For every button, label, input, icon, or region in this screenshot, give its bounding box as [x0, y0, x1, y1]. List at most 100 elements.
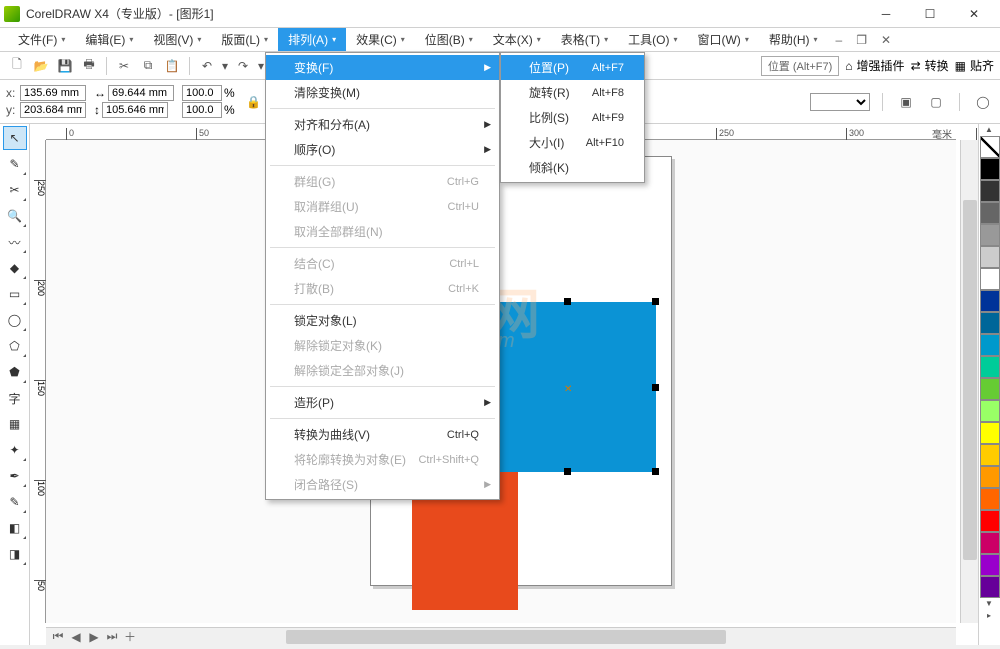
palette-swatch[interactable] — [980, 466, 1000, 488]
plugin-button[interactable]: ⌂增强插件 — [845, 57, 904, 74]
text-tool[interactable]: 字 — [3, 386, 27, 410]
palette-swatch[interactable] — [980, 180, 1000, 202]
menu-arrange[interactable]: 排列(A)▾ — [278, 28, 346, 51]
eyedropper-tool[interactable]: ✒ — [3, 464, 27, 488]
basic-shapes-tool[interactable]: ⬟ — [3, 360, 27, 384]
lock-aspect-icon[interactable]: 🔒 — [243, 91, 265, 113]
child-restore[interactable]: ❐ — [852, 33, 871, 47]
menu-item[interactable]: 倾斜(K) — [501, 155, 644, 180]
palette-up-icon[interactable]: ▲ — [979, 124, 999, 136]
undo-icon[interactable]: ↶ — [196, 55, 218, 77]
rectangle-tool[interactable]: ▭ — [3, 282, 27, 306]
palette-swatch[interactable] — [980, 400, 1000, 422]
print-icon[interactable]: 🖶 — [78, 55, 100, 77]
menu-item[interactable]: 旋转(R)Alt+F8 — [501, 80, 644, 105]
menu-item[interactable]: 清除变换(M) — [266, 80, 499, 105]
open-icon[interactable]: 📂 — [30, 55, 52, 77]
redo-icon[interactable]: ↷ — [232, 55, 254, 77]
palette-swatch[interactable] — [980, 510, 1000, 532]
minimize-button[interactable]: ─ — [864, 0, 908, 28]
y-input[interactable] — [20, 102, 86, 118]
zoom-tool[interactable]: 🔍 — [3, 204, 27, 228]
handle-mr[interactable] — [652, 384, 659, 391]
menu-tools[interactable]: 工具(O)▾ — [618, 28, 687, 51]
child-minimize[interactable]: – — [832, 33, 847, 47]
save-icon[interactable]: 💾 — [54, 55, 76, 77]
smart-fill-tool[interactable]: ◆ — [3, 256, 27, 280]
palette-swatch[interactable] — [980, 444, 1000, 466]
menu-item[interactable]: 位置(P)Alt+F7 — [501, 55, 644, 80]
palette-swatch[interactable] — [980, 378, 1000, 400]
palette-swatch[interactable] — [980, 202, 1000, 224]
transform-button[interactable]: ⇄转换 — [911, 57, 949, 74]
menu-item[interactable]: 造形(P)▶ — [266, 390, 499, 415]
freehand-tool[interactable]: 〰 — [3, 230, 27, 254]
height-input[interactable] — [102, 102, 168, 118]
vertical-scrollbar[interactable] — [960, 140, 978, 623]
palette-swatch[interactable] — [980, 246, 1000, 268]
copy-icon[interactable]: ⧉ — [137, 55, 159, 77]
handle-br[interactable] — [652, 468, 659, 475]
width-input[interactable] — [108, 85, 174, 101]
handle-bm[interactable] — [564, 468, 571, 475]
ellipse-tool[interactable]: ◯ — [3, 308, 27, 332]
outline-tool[interactable]: ✎ — [3, 490, 27, 514]
menu-item[interactable]: 比例(S)Alt+F9 — [501, 105, 644, 130]
menu-view[interactable]: 视图(V)▾ — [143, 28, 211, 51]
menu-bitmaps[interactable]: 位图(B)▾ — [415, 28, 483, 51]
prev-page-icon[interactable]: ◀ — [68, 629, 84, 645]
snap-button[interactable]: ▦贴齐 — [955, 57, 994, 74]
menu-item[interactable]: 锁定对象(L) — [266, 308, 499, 333]
fill-tool[interactable]: ◧ — [3, 516, 27, 540]
interactive-tool[interactable]: ✦ — [3, 438, 27, 462]
palette-swatch[interactable] — [980, 334, 1000, 356]
palette-expand-icon[interactable]: ▸ — [979, 610, 999, 622]
paste-icon[interactable]: 📋 — [161, 55, 183, 77]
next-page-icon[interactable]: ▶ — [86, 629, 102, 645]
palette-swatch[interactable] — [980, 356, 1000, 378]
selection-center[interactable]: ✕ — [564, 384, 572, 395]
menu-item[interactable]: 大小(I)Alt+F10 — [501, 130, 644, 155]
vertical-ruler[interactable]: 25020015010050 — [30, 140, 46, 623]
options-icon[interactable]: ◯ — [972, 91, 994, 113]
palette-down-icon[interactable]: ▼ — [979, 598, 999, 610]
horizontal-scrollbar[interactable]: ⏮ ◀ ▶ ⏭ ＋ — [46, 627, 956, 645]
x-input[interactable] — [20, 85, 86, 101]
menu-help[interactable]: 帮助(H)▾ — [759, 28, 828, 51]
menu-item[interactable]: 变换(F)▶ — [266, 55, 499, 80]
menu-text[interactable]: 文本(X)▾ — [483, 28, 551, 51]
page-nav[interactable]: ⏮ ◀ ▶ ⏭ ＋ — [46, 629, 142, 645]
maximize-button[interactable]: ☐ — [908, 0, 952, 28]
palette-swatch[interactable] — [980, 488, 1000, 510]
palette-swatch[interactable] — [980, 422, 1000, 444]
menu-table[interactable]: 表格(T)▾ — [551, 28, 618, 51]
palette-swatch[interactable] — [980, 532, 1000, 554]
palette-swatch[interactable] — [980, 290, 1000, 312]
palette-swatch[interactable] — [980, 312, 1000, 334]
menu-item[interactable]: 转换为曲线(V)Ctrl+Q — [266, 422, 499, 447]
menu-item[interactable]: 对齐和分布(A)▶ — [266, 112, 499, 137]
palette-swatch[interactable] — [980, 576, 1000, 598]
palette-swatch[interactable] — [980, 158, 1000, 180]
canvas-viewport[interactable]: ✕ — [46, 140, 956, 623]
menu-edit[interactable]: 编辑(E)▾ — [75, 28, 143, 51]
undo-dropdown-icon[interactable]: ▾ — [220, 55, 230, 77]
scale-y-input[interactable] — [182, 102, 222, 118]
ungroup-icon[interactable]: ▢ — [925, 91, 947, 113]
last-page-icon[interactable]: ⏭ — [104, 629, 120, 645]
palette-swatch[interactable] — [980, 136, 1000, 158]
vscroll-thumb[interactable] — [963, 200, 977, 560]
handle-tm[interactable] — [564, 298, 571, 305]
scale-x-input[interactable] — [182, 85, 222, 101]
close-button[interactable]: ✕ — [952, 0, 996, 28]
cut-icon[interactable]: ✂ — [113, 55, 135, 77]
menu-window[interactable]: 窗口(W)▾ — [687, 28, 758, 51]
palette-swatch[interactable] — [980, 224, 1000, 246]
menu-item[interactable]: 顺序(O)▶ — [266, 137, 499, 162]
units-select[interactable] — [810, 93, 870, 111]
menu-file[interactable]: 文件(F)▾ — [8, 28, 75, 51]
shape-tool[interactable]: ✎ — [3, 152, 27, 176]
interactive-fill-tool[interactable]: ◨ — [3, 542, 27, 566]
pick-tool[interactable]: ↖ — [3, 126, 27, 150]
hscroll-thumb[interactable] — [286, 630, 726, 644]
